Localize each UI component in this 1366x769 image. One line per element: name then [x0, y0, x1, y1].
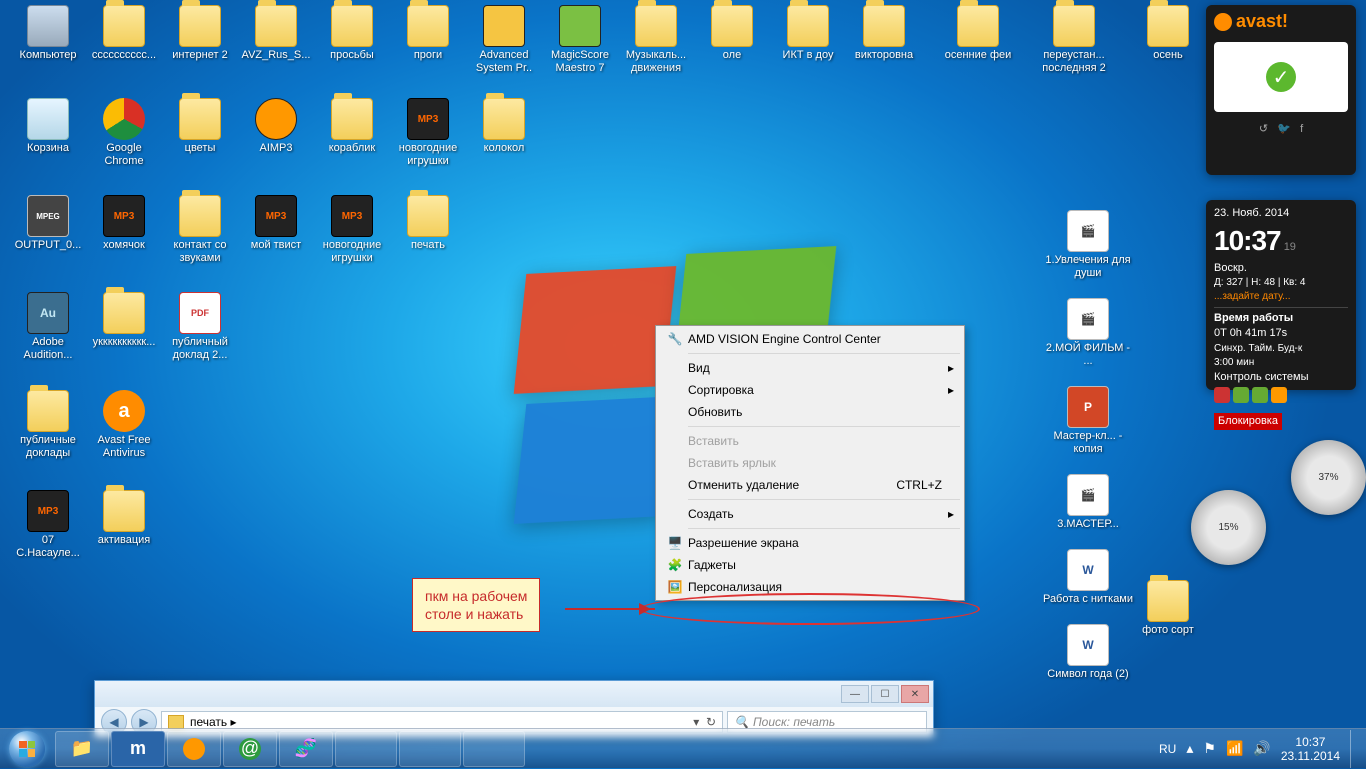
ctx-personalize[interactable]: 🖼️Персонализация [658, 576, 962, 598]
ctx-gadgets[interactable]: 🧩Гаджеты [658, 554, 962, 576]
ctx-resolution[interactable]: 🖥️Разрешение экрана [658, 532, 962, 554]
file-rabota[interactable]: WРабота с нитками [1040, 549, 1136, 606]
app-asp[interactable]: Advanced System Pr.. [466, 5, 542, 75]
taskbar-mailru[interactable]: @ [223, 731, 277, 767]
taskbar-tab1[interactable] [335, 731, 397, 767]
window-titlebar[interactable]: — ☐ ✕ [95, 681, 933, 707]
gadgets-icon: 🧩 [662, 558, 688, 572]
taskbar[interactable]: 📁 m @ 🧬 RU ▴ ⚑ 📶 🔊 10:37 23.11.2014 [0, 728, 1366, 768]
avast-gadget[interactable]: avast! ✓ ↺ 🐦 f [1206, 5, 1356, 175]
folder-pereust[interactable]: переустан... последняя 2 [1036, 5, 1112, 75]
ctx-new[interactable]: Создать▸ [658, 503, 962, 525]
file-master3[interactable]: 🎬3.МАСТЕР... [1040, 474, 1136, 531]
chrome-icon[interactable]: Google Chrome [86, 98, 162, 168]
folder-viktor[interactable]: викторовна [846, 5, 922, 62]
tray-clock[interactable]: 10:37 23.11.2014 [1281, 735, 1340, 763]
pdf-doklad[interactable]: PDFпубличный доклад 2... [162, 292, 238, 362]
close-button[interactable]: ✕ [901, 685, 929, 703]
folder-kontakt[interactable]: контакт со звуками [162, 195, 238, 265]
file-simvol[interactable]: WСимвол года (2) [1040, 624, 1136, 681]
app-avast[interactable]: aAvast Free Antivirus [86, 390, 162, 460]
folder-pechat[interactable]: печать [390, 195, 466, 252]
gadget-buttons-row[interactable] [1214, 387, 1348, 408]
folder-avz[interactable]: AVZ_Rus_S... [238, 5, 314, 62]
file-master-copy[interactable]: PМастер-кл... - копия [1040, 386, 1136, 456]
search-icon: 🔍 [734, 715, 749, 729]
show-desktop-button[interactable] [1350, 730, 1358, 768]
taskbar-tab2[interactable] [399, 731, 461, 767]
ctx-amd[interactable]: 🔧AMD VISION Engine Control Center [658, 328, 962, 350]
language-indicator[interactable]: RU [1159, 742, 1176, 756]
app-audition[interactable]: AuAdobe Audition... [10, 292, 86, 362]
folder-aktiv[interactable]: активация [86, 490, 162, 547]
file-uvlech[interactable]: 🎬1.Увлечения для души [1040, 210, 1136, 280]
clock-gadget[interactable]: 23. Нояб. 2014 10:37 19 Воскр. Д: 327 | … [1206, 200, 1356, 390]
taskbar-app5[interactable]: 🧬 [279, 731, 333, 767]
mp3-homyak[interactable]: MP3хомячок [86, 195, 162, 252]
mp3-moitvist[interactable]: MP3мой твист [238, 195, 314, 252]
amd-icon: 🔧 [662, 332, 688, 346]
tray-flag-icon[interactable]: ⚑ [1203, 740, 1216, 757]
check-icon: ✓ [1266, 62, 1296, 92]
folder-korablik[interactable]: кораблик [314, 98, 390, 155]
mp3-ng-toys2[interactable]: MP3новогодние игрушки [314, 195, 390, 265]
folder-kolokol[interactable]: колокол [466, 98, 542, 155]
ctx-view[interactable]: Вид▸ [658, 357, 962, 379]
ctx-sort[interactable]: Сортировка▸ [658, 379, 962, 401]
folder-pubdok[interactable]: публичные доклады [10, 390, 86, 460]
folder-sss[interactable]: сссссссссс... [86, 5, 162, 62]
folder-osfei[interactable]: осенние феи [940, 5, 1016, 62]
folder-fotosort[interactable]: фото сорт [1130, 580, 1206, 637]
cpu-meter-gadget[interactable]: 37% [1291, 440, 1366, 515]
taskbar-tab3[interactable] [463, 731, 525, 767]
ctx-undo[interactable]: Отменить удалениеCTRL+Z [658, 474, 962, 496]
ram-meter-gadget[interactable]: 15% [1191, 490, 1266, 565]
chevron-right-icon: ▸ [948, 361, 954, 375]
folder-cvety[interactable]: цветы [162, 98, 238, 155]
folder-osen[interactable]: осень [1130, 5, 1206, 62]
file-moifilm[interactable]: 🎬2.МОЙ ФИЛЬМ - ... [1040, 298, 1136, 368]
folder-prosby[interactable]: просьбы [314, 5, 390, 62]
start-button[interactable] [0, 729, 54, 769]
taskbar-explorer[interactable]: 📁 [55, 731, 109, 767]
tray-volume-icon[interactable]: 🔊 [1253, 740, 1270, 757]
mp3-07[interactable]: MP307 С.Насауле... [10, 490, 86, 560]
folder-progi[interactable]: проги [390, 5, 466, 62]
folder-muzyk[interactable]: Музыкаль... движения [618, 5, 694, 75]
app-magicscore[interactable]: MagicScore Maestro 7 [542, 5, 618, 75]
mp3-ng-toys[interactable]: MP3новогодние игрушки [390, 98, 466, 168]
file-output[interactable]: MPEGOUTPUT_0... [10, 195, 86, 252]
desktop-right-column: 🎬1.Увлечения для души 🎬2.МОЙ ФИЛЬМ - ...… [1040, 210, 1136, 699]
tray-network-icon[interactable]: 📶 [1226, 740, 1243, 757]
folder-internet2[interactable]: интернет 2 [162, 5, 238, 62]
recycle-bin[interactable]: Корзина [10, 98, 86, 155]
taskbar-aimp[interactable] [167, 731, 221, 767]
taskbar-maxthon[interactable]: m [111, 731, 165, 767]
annotation-arrow [565, 608, 655, 610]
personalize-icon: 🖼️ [662, 580, 688, 594]
folder-ole[interactable]: оле [694, 5, 770, 62]
computer-icon[interactable]: Компьютер [10, 5, 86, 62]
ctx-refresh[interactable]: Обновить [658, 401, 962, 423]
app-aimp[interactable]: AIMP3 [238, 98, 314, 155]
system-tray[interactable]: RU ▴ ⚑ 📶 🔊 10:37 23.11.2014 [1151, 730, 1366, 768]
folder-ukk[interactable]: укккккккккк... [86, 292, 162, 349]
desktop-context-menu: 🔧AMD VISION Engine Control Center Вид▸ С… [655, 325, 965, 601]
ctx-paste: Вставить [658, 430, 962, 452]
maximize-button[interactable]: ☐ [871, 685, 899, 703]
annotation-callout: пкм на рабочем столе и нажать [412, 578, 540, 632]
tray-chevron-up-icon[interactable]: ▴ [1186, 740, 1193, 757]
monitor-icon: 🖥️ [662, 536, 688, 550]
folder-icon [168, 715, 184, 729]
ctx-paste-shortcut: Вставить ярлык [658, 452, 962, 474]
folder-ikt[interactable]: ИКТ в доу [770, 5, 846, 62]
minimize-button[interactable]: — [841, 685, 869, 703]
